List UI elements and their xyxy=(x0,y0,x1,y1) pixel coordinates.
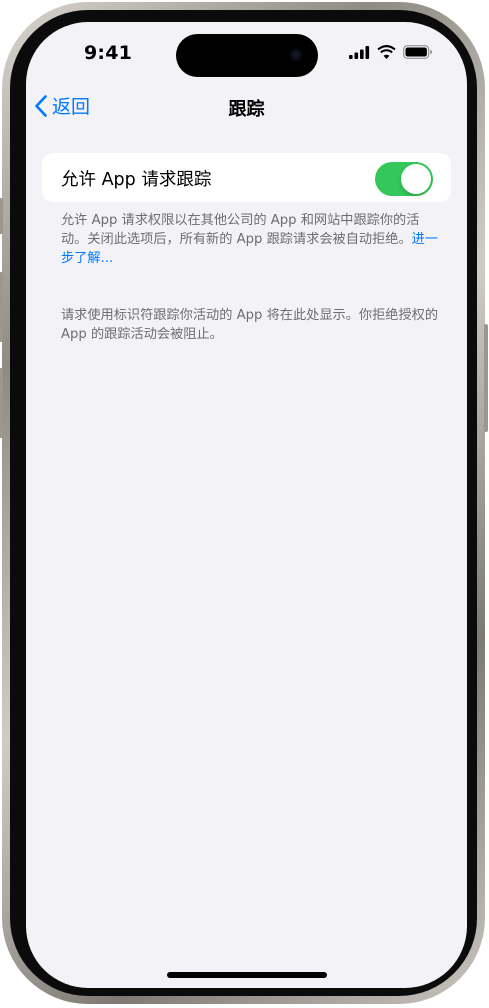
description-text: 允许 App 请求权限以在其他公司的 App 和网站中跟踪你的活动。关闭此选项后… xyxy=(61,213,420,247)
allow-tracking-toggle[interactable] xyxy=(375,162,433,196)
toggle-knob xyxy=(401,164,431,194)
page-title: 跟踪 xyxy=(228,99,265,120)
volume-up-button xyxy=(0,272,3,342)
phone-frame: 9:41 返回 跟踪 允许 App 请求跟踪 允许 App 请求权限以在其他公司… xyxy=(0,2,488,1004)
allow-tracking-row: 允许 App 请求跟踪 xyxy=(42,153,451,202)
allow-tracking-label: 允许 App 请求跟踪 xyxy=(61,170,212,190)
status-time: 9:41 xyxy=(84,42,133,64)
dynamic-island xyxy=(176,34,318,77)
screen: 9:41 返回 跟踪 允许 App 请求跟踪 允许 App 请求权限以在其他公司… xyxy=(26,22,467,988)
wifi-icon xyxy=(377,45,396,59)
front-camera-icon xyxy=(290,49,302,61)
tracking-description: 允许 App 请求权限以在其他公司的 App 和网站中跟踪你的活动。关闭此选项后… xyxy=(61,211,441,268)
action-button xyxy=(0,198,3,234)
home-indicator[interactable] xyxy=(167,972,327,978)
volume-down-button xyxy=(0,368,3,438)
apps-note: 请求使用标识符跟踪你活动的 App 将在此处显示。你拒绝授权的 App 的跟踪活… xyxy=(61,308,439,342)
power-button xyxy=(484,324,488,432)
battery-icon xyxy=(403,45,432,59)
status-icons xyxy=(349,45,433,59)
cellular-signal-icon xyxy=(349,45,370,59)
